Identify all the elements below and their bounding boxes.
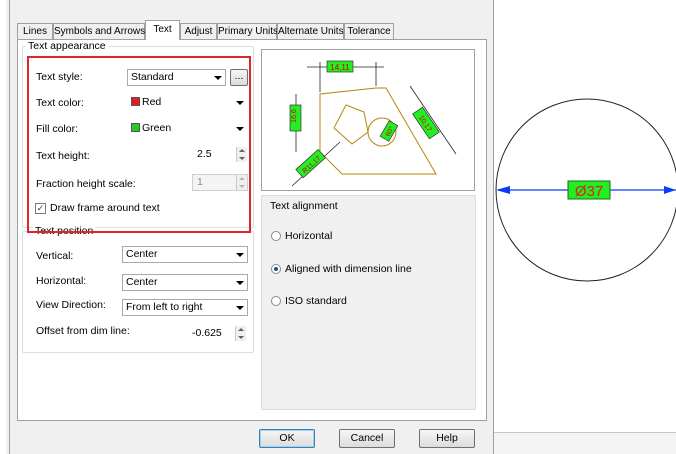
- help-button[interactable]: Help: [419, 429, 475, 448]
- tab-lines[interactable]: Lines: [17, 23, 53, 39]
- arrowhead-left-icon: [496, 186, 510, 194]
- horizontal-label: Horizontal:: [36, 275, 87, 287]
- text-appearance-title: Text appearance: [26, 40, 108, 52]
- horizontal-value: Center: [126, 276, 158, 288]
- tab-symbols-and-arrows[interactable]: Symbols and Arrows: [53, 23, 145, 39]
- drawing-area: Ø37: [495, 98, 676, 282]
- radio-aligned[interactable]: [271, 264, 281, 274]
- radio-iso-label: ISO standard: [285, 295, 347, 307]
- part-hole: [333, 104, 369, 145]
- preview-drawing: 14,11 16,6 10,17 60° R11,17: [289, 60, 457, 187]
- text-alignment-title: Text alignment: [270, 200, 338, 212]
- vertical-value: Center: [126, 248, 158, 260]
- tab-text[interactable]: Text: [145, 20, 180, 40]
- status-strip: [494, 432, 676, 454]
- dimension-preview: 14,11 16,6 10,17 60° R11,17: [261, 49, 475, 191]
- cancel-button[interactable]: Cancel: [339, 429, 395, 448]
- top-dim-text: 14,11: [330, 63, 350, 72]
- spin-up-icon[interactable]: [238, 328, 244, 331]
- highlight-annotation: [27, 56, 251, 233]
- spinner-buttons[interactable]: [235, 326, 246, 341]
- view-direction-combo[interactable]: From left to right: [122, 299, 248, 316]
- radio-horizontal-label: Horizontal: [285, 230, 333, 242]
- tab-tolerance[interactable]: Tolerance: [344, 23, 394, 39]
- chevron-down-icon: [236, 281, 244, 285]
- arrowhead-right-icon: [664, 186, 676, 194]
- spin-down-icon[interactable]: [238, 336, 244, 339]
- radio-horizontal[interactable]: [271, 231, 281, 241]
- chevron-down-icon: [236, 253, 244, 257]
- dialog-border-left: [9, 0, 10, 454]
- radio-aligned-label: Aligned with dimension line: [285, 263, 412, 275]
- vertical-combo[interactable]: Center: [122, 246, 248, 263]
- tab-primary-units[interactable]: Primary Units: [217, 23, 278, 39]
- tab-adjust[interactable]: Adjust: [180, 23, 217, 39]
- offset-value: -0.625: [192, 327, 222, 339]
- chevron-down-icon: [236, 306, 244, 310]
- diameter-dim-text: Ø37: [575, 183, 603, 200]
- vertical-label: Vertical:: [36, 250, 74, 262]
- offset-spinner[interactable]: -0.625: [187, 325, 247, 342]
- radio-iso-standard[interactable]: [271, 296, 281, 306]
- ok-button[interactable]: OK: [259, 429, 315, 448]
- left-dim-text: 16,6: [291, 109, 298, 123]
- view-direction-label: View Direction:: [36, 299, 106, 311]
- tab-alternate-units[interactable]: Alternate Units: [277, 23, 344, 39]
- view-direction-value: From left to right: [126, 301, 203, 313]
- horizontal-combo[interactable]: Center: [122, 274, 248, 291]
- offset-label: Offset from dim line:: [36, 325, 130, 337]
